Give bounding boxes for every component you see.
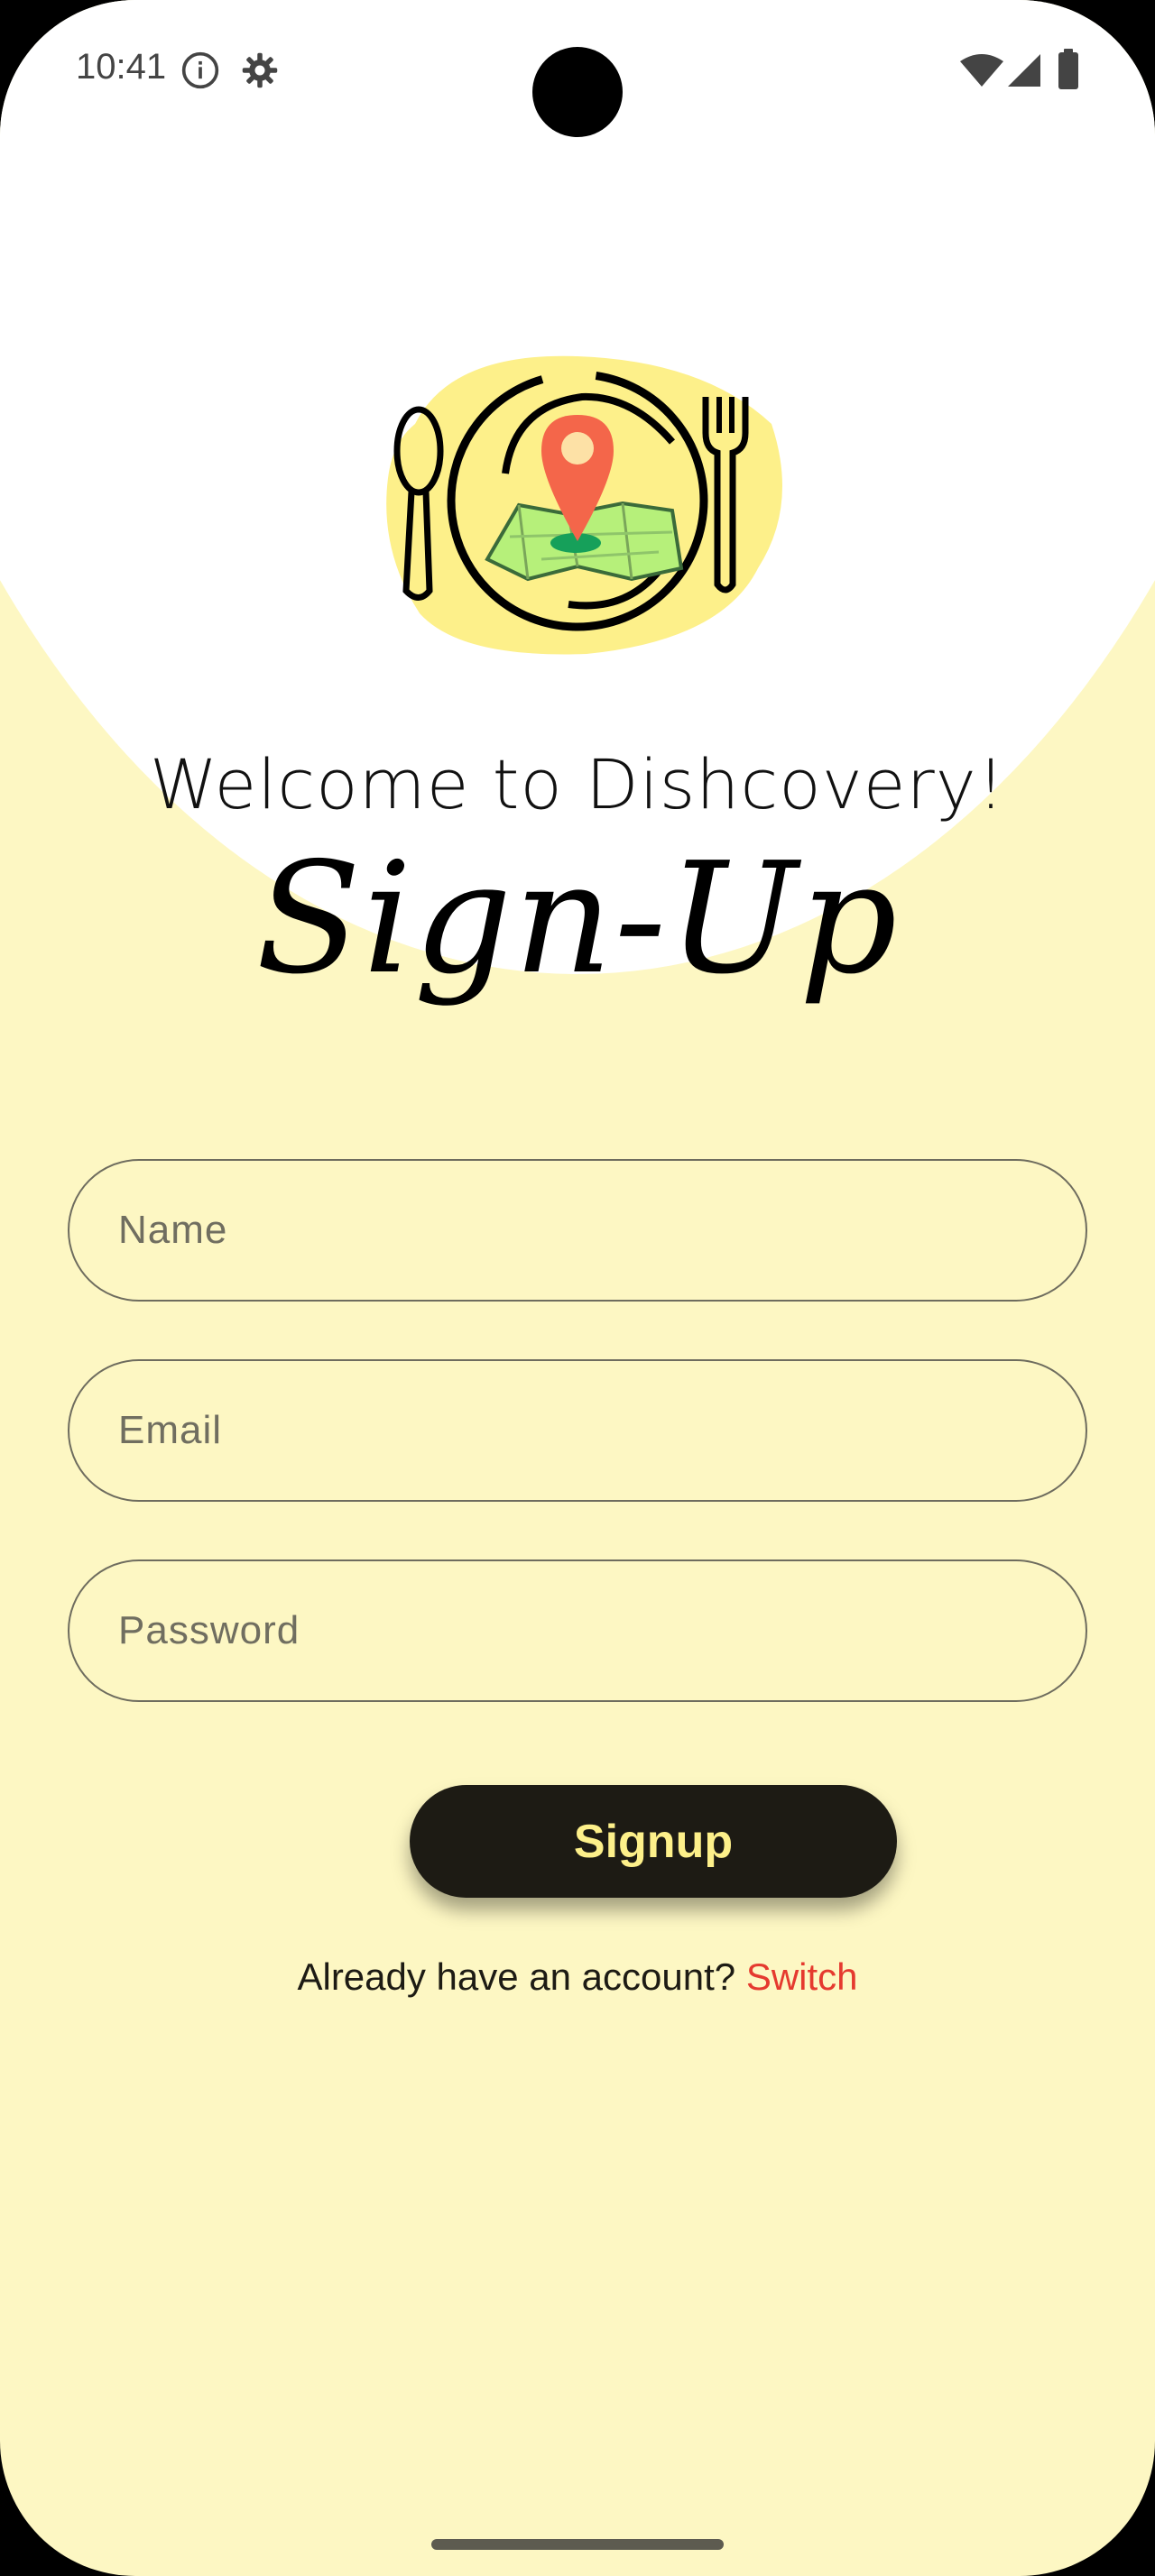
info-icon [180,51,220,95]
switch-link[interactable]: Switch [746,1955,858,1998]
home-indicator[interactable] [431,2539,724,2550]
email-input[interactable] [69,1361,1086,1500]
name-input[interactable] [69,1161,1086,1300]
status-time: 10:41 [76,47,167,87]
battery-icon [1058,49,1079,95]
wifi-icon [959,52,1004,93]
page-title: Sign-Up [255,830,900,1008]
signup-button[interactable]: Signup [410,1785,897,1898]
signal-icon [1006,52,1042,93]
gear-icon [240,51,280,95]
status-bar: 10:41 [0,0,1155,137]
welcome-text: Welcome to Dishcovery! [149,744,1006,824]
account-switch-line: Already have an account? Switch [0,1955,1155,1999]
front-camera [532,47,623,137]
password-input[interactable] [69,1561,1086,1700]
account-prompt: Already have an account? [297,1955,746,1998]
name-field[interactable] [68,1159,1087,1302]
app-screen: 10:41 Welcome to Dishcovery! Sign-Up Nam… [0,0,1155,2576]
email-field[interactable] [68,1359,1087,1502]
password-field[interactable] [68,1559,1087,1702]
app-logo [361,343,794,667]
